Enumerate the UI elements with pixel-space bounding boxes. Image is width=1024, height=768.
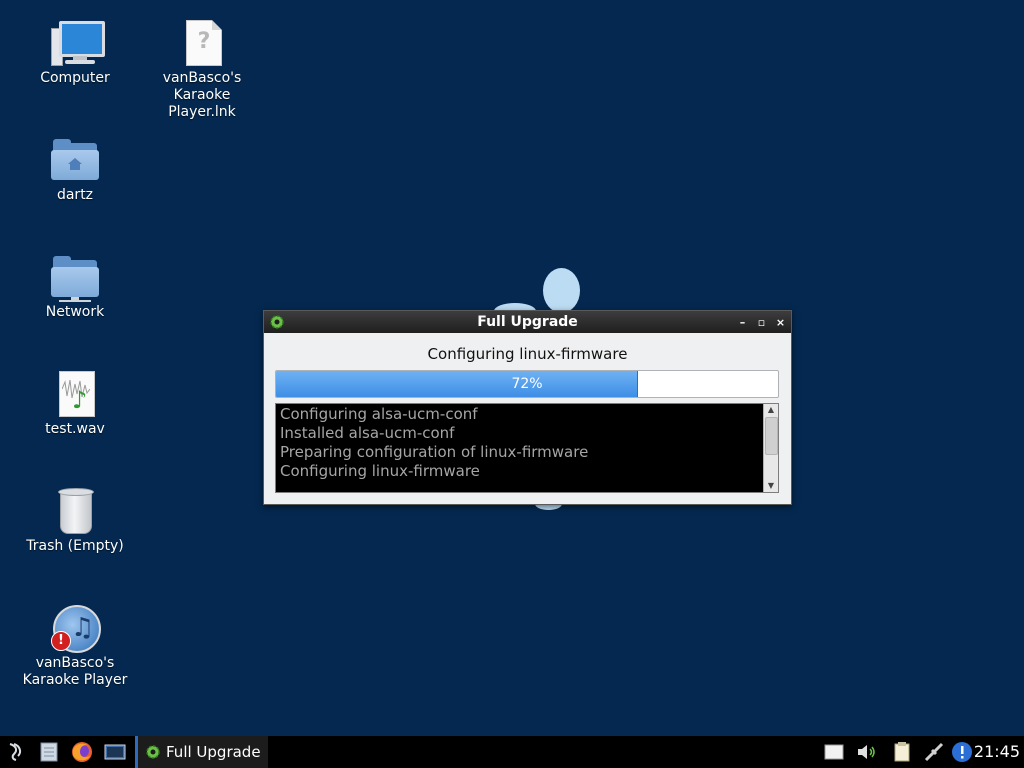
desktop-icon-label: test.wav	[45, 421, 105, 437]
desktop-icon-label: Network	[45, 304, 105, 320]
wallpaper-shape	[543, 268, 580, 313]
desktop-icon-test-wav[interactable]: ♪ test.wav	[20, 371, 130, 438]
menu-icon[interactable]	[4, 740, 28, 764]
desktop-icon-karaoke-lnk[interactable]: ? vanBasco's Karaoke Player.lnk	[147, 20, 257, 121]
trash-icon	[51, 488, 99, 536]
window-titlebar[interactable]: Full Upgrade – ▫ ×	[264, 311, 791, 333]
taskbar-task-label: Full Upgrade	[166, 743, 261, 761]
desktop-icon-computer[interactable]: Computer	[20, 20, 130, 87]
clock[interactable]: 21:45	[974, 736, 1020, 768]
scroll-up-arrow-icon[interactable]: ▲	[764, 404, 778, 416]
log-scrollbar[interactable]: ▲ ▼	[763, 404, 778, 492]
volume-icon[interactable]	[855, 740, 879, 764]
scroll-down-arrow-icon[interactable]: ▼	[764, 480, 778, 492]
desktop-icon-label: vanBasco's Karaoke Player.lnk	[162, 70, 242, 120]
close-button[interactable]: ×	[774, 316, 787, 329]
home-folder-icon	[51, 137, 99, 185]
computer-icon	[51, 20, 105, 68]
clipboard-icon[interactable]	[822, 740, 846, 764]
log-output[interactable]: Configuring alsa-ucm-conf Installed alsa…	[275, 403, 779, 493]
gear-icon	[146, 745, 160, 759]
status-label: Configuring linux-firmware	[427, 345, 628, 363]
full-upgrade-window: Full Upgrade – ▫ × Configuring linux-fir…	[263, 310, 792, 505]
log-line: Configuring alsa-ucm-conf	[280, 405, 478, 423]
progress-bar: 72%	[275, 370, 779, 398]
desktop-icon-label: dartz	[56, 187, 94, 203]
window-title: Full Upgrade	[477, 314, 578, 330]
scrollbar-thumb[interactable]	[765, 417, 778, 455]
taskbar-task-full-upgrade[interactable]: Full Upgrade	[135, 736, 268, 768]
firefox-icon[interactable]	[70, 740, 94, 764]
log-line: Configuring linux-firmware	[280, 462, 480, 480]
network-folder-icon	[51, 254, 99, 302]
desktop-icon-network[interactable]: Network	[20, 254, 130, 321]
gear-icon	[270, 315, 284, 329]
desktop-icon-trash[interactable]: Trash (Empty)	[20, 488, 130, 555]
karaoke-player-icon: ♫ !	[51, 605, 101, 653]
notes-icon[interactable]	[890, 740, 914, 764]
file-manager-icon[interactable]	[37, 740, 61, 764]
desktop-icon-label: Trash (Empty)	[26, 538, 124, 554]
shortcut-file-icon: ?	[178, 20, 226, 68]
maximize-button[interactable]: ▫	[755, 316, 768, 329]
network-icon[interactable]	[922, 740, 946, 764]
desktop-icon-label: Computer	[40, 70, 110, 86]
terminal-icon[interactable]	[103, 740, 127, 764]
audio-file-icon: ♪	[51, 371, 99, 419]
taskbar: Full Upgrade 21:45	[0, 736, 1024, 768]
update-alert-icon[interactable]	[950, 740, 974, 764]
log-line: Installed alsa-ucm-conf	[280, 424, 455, 442]
desktop-icon-label: vanBasco's Karaoke Player	[22, 655, 128, 688]
desktop-icon-home[interactable]: dartz	[20, 137, 130, 204]
progress-percent: 72%	[511, 376, 543, 392]
desktop-icon-karaoke-player[interactable]: ♫ ! vanBasco's Karaoke Player	[20, 605, 130, 689]
log-line: Preparing configuration of linux-firmwar…	[280, 443, 589, 461]
minimize-button[interactable]: –	[736, 316, 749, 329]
